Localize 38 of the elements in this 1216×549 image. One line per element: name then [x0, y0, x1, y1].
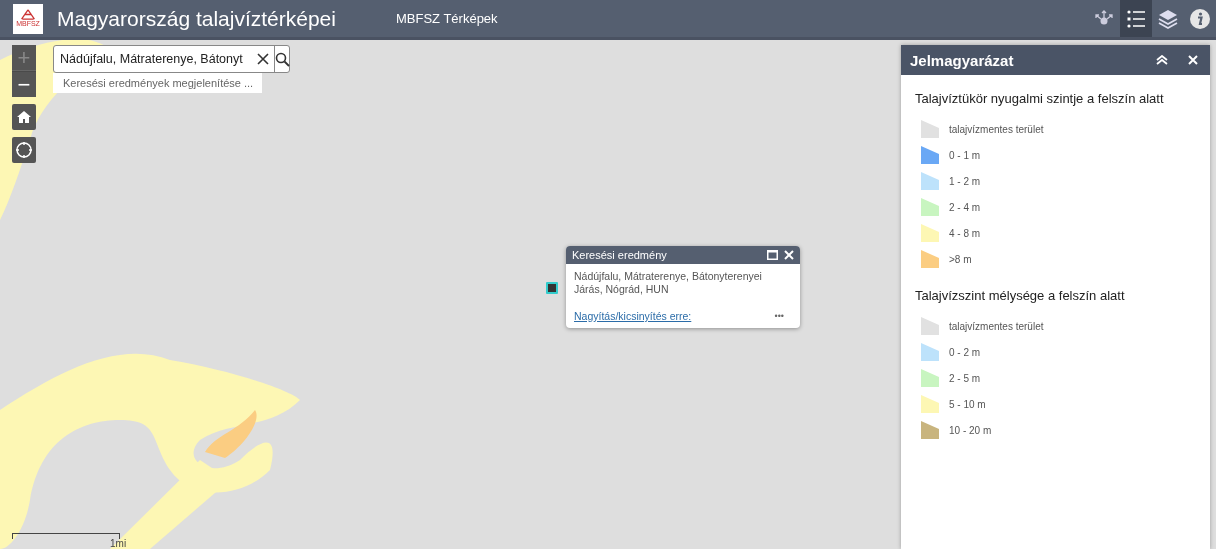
legend-label: talajvízmentes terület	[949, 123, 1044, 135]
locate-button[interactable]	[12, 137, 36, 163]
legend-label: 4 - 8 m	[949, 227, 981, 239]
legend-label: 1 - 2 m	[949, 175, 981, 187]
collapse-icon[interactable]	[1156, 55, 1168, 65]
legend-label: talajvízmentes terület	[949, 320, 1044, 332]
search-suggestion[interactable]: Keresési eredmények megjelenítése ...	[53, 73, 262, 93]
search-icon	[275, 51, 290, 67]
panel-title: Jelmagyarázat	[910, 51, 1015, 69]
legend-label: >8 m	[949, 253, 972, 265]
scale-label: 1mi	[110, 538, 127, 549]
toolbar-button[interactable]	[1120, 0, 1152, 37]
clear-icon[interactable]	[256, 52, 270, 66]
legend-label: 2 - 5 m	[949, 372, 981, 384]
locate-icon	[15, 141, 33, 159]
legend-label: 0 - 2 m	[949, 346, 981, 358]
legend-section-title: Talajvíztükör nyugalmi szintje a felszín alatt	[915, 91, 1165, 106]
close-icon[interactable]	[1188, 55, 1198, 65]
app-title: Magyarország talajvíztérképei	[57, 6, 336, 31]
legend-label: 2 - 4 m	[949, 201, 981, 213]
more-button[interactable]: •••	[774, 311, 784, 321]
home-button[interactable]	[12, 104, 36, 130]
info-icon	[1189, 7, 1211, 30]
maximize-icon[interactable]	[767, 250, 778, 260]
legend-section-title: Talajvízszint mélysége a felszín alatt	[915, 288, 1126, 303]
home-icon	[16, 109, 32, 125]
popup-address: Nádújfalu, Mátraterenye, Bátonyterenyei Járás, Nógrád, HUN	[574, 270, 763, 296]
legend-label: 0 - 1 m	[949, 149, 981, 161]
popup-title: Keresési eredmény	[572, 249, 668, 261]
legend-label: 5 - 10 m	[949, 398, 986, 410]
logo-icon	[18, 9, 38, 20]
zoom-out-button[interactable]: −	[12, 71, 36, 97]
legend-label: 10 - 20 m	[949, 424, 992, 436]
close-icon[interactable]	[784, 250, 794, 260]
app-subtitle: MBFSZ Térképek	[395, 11, 498, 26]
zoom-to-link[interactable]: Nagyítás/kicsinyítés erre:	[574, 310, 692, 322]
location-marker[interactable]	[546, 282, 558, 294]
layers-icon	[1157, 7, 1179, 30]
